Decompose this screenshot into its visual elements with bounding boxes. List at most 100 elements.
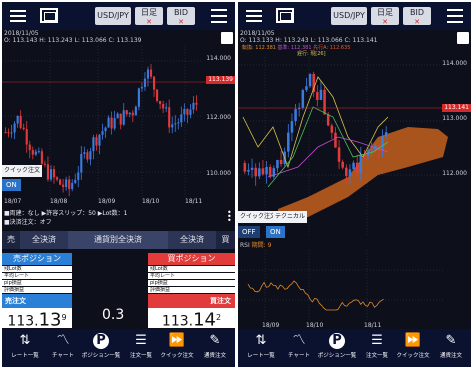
x-axis-label: 18/09: [262, 322, 280, 329]
high-value: 113.243: [283, 37, 309, 44]
candle-body: [381, 136, 384, 151]
low-label: L: [310, 37, 314, 44]
x-axis-label: 18/07: [4, 198, 22, 205]
buy-pl-row: 評価損益: [148, 287, 235, 293]
x-axis-label: 18/10: [142, 198, 160, 205]
settings-sliders-icon[interactable]: [211, 9, 227, 23]
spread-value: 0.3: [102, 307, 125, 323]
candle-body: [43, 163, 46, 165]
buy-order-button[interactable]: 買注文 113.142: [148, 294, 235, 330]
candle-body: [279, 159, 283, 165]
y-axis-label: 113.000: [442, 115, 467, 122]
y-axis-label: 114.000: [206, 55, 231, 62]
draw-tool-icon[interactable]: [457, 32, 469, 44]
candle-body: [348, 169, 352, 177]
sell-order-button[interactable]: 売注文 113.139: [2, 294, 72, 330]
rsi-chart[interactable]: [238, 250, 471, 320]
candle-body: [52, 169, 56, 178]
period-select[interactable]: 日足 ✕: [371, 7, 399, 26]
menu-icon[interactable]: [246, 10, 262, 22]
candle-body: [189, 109, 192, 115]
sell-position-header[interactable]: 売ポジション: [2, 253, 72, 265]
price-side-select[interactable]: BID ✕: [403, 7, 431, 26]
buy-pip-row: pip損益: [148, 280, 235, 286]
buy-settle-all-button[interactable]: 全決済: [170, 231, 214, 249]
candle-body: [168, 107, 171, 128]
layout-icon[interactable]: [276, 8, 294, 23]
sell-settle-all-button[interactable]: 全決済: [22, 231, 66, 249]
x-axis-label: 18/09: [98, 198, 116, 205]
sell-tab[interactable]: 売: [2, 231, 20, 249]
order-settings-info: ■両建：なし ▶許容スリップ：50 ▶Lot数：1 ■決済注文：オフ: [4, 209, 127, 227]
candle-body: [301, 90, 305, 108]
nav-notice[interactable]: ✎ 通貨注文: [428, 329, 471, 367]
ichimoku-chart[interactable]: [238, 57, 471, 237]
candle-body: [74, 179, 77, 183]
candle-body: [83, 152, 86, 154]
price-side-select[interactable]: BID ✕: [167, 7, 195, 26]
candle-body: [334, 132, 337, 148]
period-select[interactable]: 日足 ✕: [135, 7, 163, 26]
rsi-title: RSI: [240, 242, 250, 249]
open-label: O: [240, 37, 245, 44]
candle-body: [77, 172, 80, 180]
candle-body: [146, 69, 150, 79]
candle-body: [341, 161, 344, 168]
chart-date: 2018/11/05: [4, 30, 39, 37]
candle-body: [46, 164, 50, 180]
layout-icon[interactable]: [40, 8, 58, 23]
draw-tool-icon[interactable]: [221, 32, 233, 44]
more-icon[interactable]: • • •: [227, 209, 233, 225]
high-label: H: [275, 37, 280, 44]
toggle-off-button[interactable]: OFF: [238, 226, 260, 238]
settle-by-currency-button[interactable]: 通貨別全決済: [68, 231, 168, 249]
technical-button[interactable]: テクニカル: [273, 211, 308, 223]
candle-body: [250, 167, 254, 170]
candle-body: [180, 114, 183, 123]
candle-body: [92, 137, 95, 152]
quick-order-toggle[interactable]: ON: [2, 179, 21, 191]
chart-icon: 〽: [292, 333, 306, 348]
toggle-on-button[interactable]: ON: [266, 226, 285, 238]
candle-body: [162, 103, 165, 109]
candle-body: [149, 69, 153, 77]
candle-body: [40, 151, 43, 164]
buy-avg-rate-row: 平均レート: [148, 273, 235, 279]
notice-icon: ✎: [209, 333, 221, 348]
chart-date: 2018/11/05: [240, 30, 275, 37]
candle-body: [276, 159, 279, 169]
candle-body: [265, 166, 268, 175]
tenkan-value: 転換: 112.381: [242, 45, 276, 51]
candle-body: [89, 151, 92, 160]
menu-icon[interactable]: [10, 10, 26, 22]
currency-pair-select[interactable]: USD/JPY: [95, 7, 131, 25]
close-label: C: [344, 37, 349, 44]
rate-list-icon: ⇅: [255, 333, 267, 348]
candle-body: [243, 163, 247, 172]
candle-body: [140, 87, 143, 89]
candle-body: [345, 167, 348, 177]
candle-body: [134, 106, 137, 116]
buy-price: 113.142: [148, 308, 235, 330]
currency-pair-select[interactable]: USD/JPY: [331, 7, 367, 25]
candle-body: [352, 162, 355, 170]
position-icon: P: [93, 333, 109, 349]
buy-position-header[interactable]: 買ポジション: [148, 253, 235, 265]
candle-body: [68, 179, 71, 189]
bottom-nav: ⇅ レート一覧 〽チャート P ポジション一覧 ☰ 注文一覧 ⏩ クイック注文 ✎ 通貨注…: [2, 329, 235, 367]
candle-body: [16, 115, 19, 124]
ohlc-header: 2018/11/05 O: 113.143 H: 113.243 L: 113.…: [4, 30, 142, 44]
settings-sliders-icon[interactable]: [447, 9, 463, 23]
sell-position-title: 売ポジション: [13, 254, 61, 263]
nav-notice[interactable]: ✎ 通貨注文: [192, 329, 235, 367]
quick-order-icon: ⏩: [404, 333, 422, 348]
candle-body: [359, 154, 363, 174]
ichimoku-legend: 転換: 112.381 基準: 112.381 先行A: 112.635 遅行:…: [242, 45, 350, 57]
buy-tab[interactable]: 買: [216, 231, 235, 249]
candle-body: [62, 184, 65, 188]
buy-position-title: 買ポジション: [167, 254, 216, 263]
candle-body: [159, 101, 162, 104]
high-value: 113.243: [47, 37, 73, 44]
candle-body: [95, 137, 98, 146]
close-value: 113.139: [116, 37, 142, 44]
